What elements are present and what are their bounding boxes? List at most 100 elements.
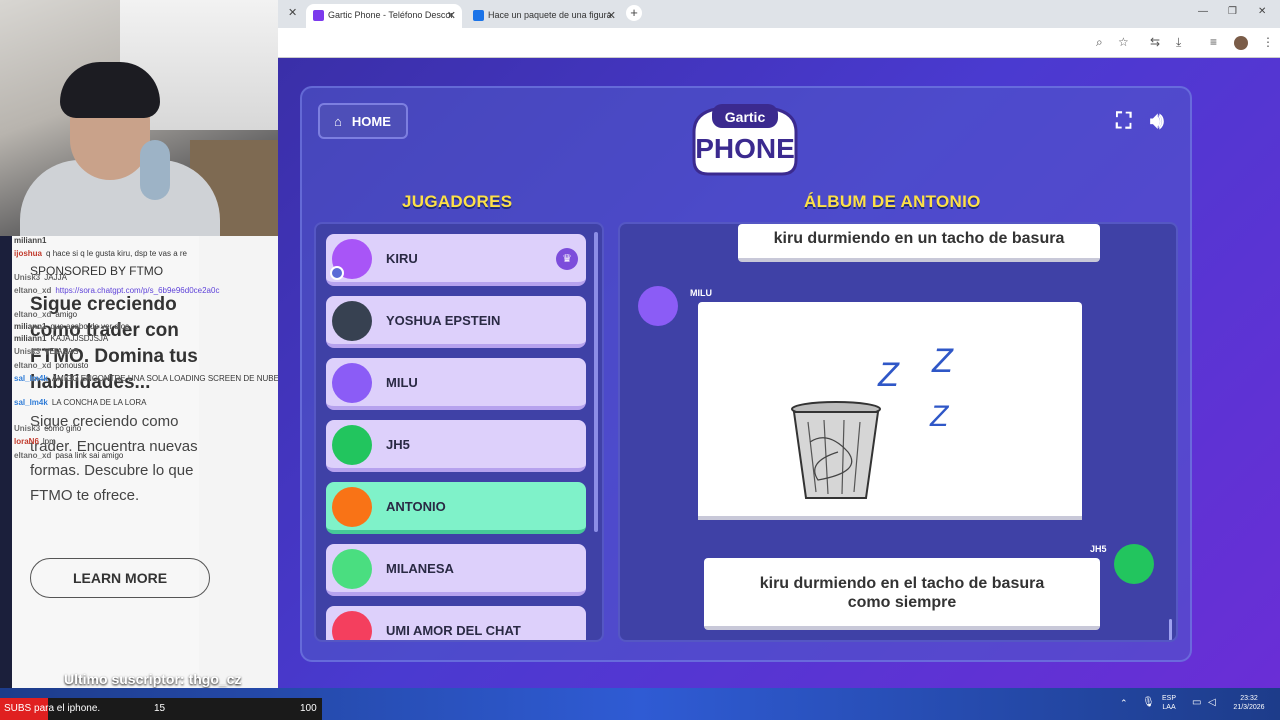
chat-user: eltano_xd: [14, 310, 52, 319]
close-window-icon[interactable]: ✕: [1258, 6, 1266, 17]
close-icon[interactable]: ✕: [288, 6, 297, 19]
tab-paquete[interactable]: Hace un paquete de una figura ✕: [466, 4, 622, 28]
chat-user: eltano_xd: [14, 451, 52, 460]
chat-user: eltano_xd: [14, 361, 52, 370]
chat-link[interactable]: https://sora.chatgpt.com/p/s_6b9e96d0ce2…: [55, 286, 219, 295]
tab-title: Hace un paquete de una figura: [488, 10, 612, 20]
player-row[interactable]: MILANESA: [326, 544, 586, 596]
chat-text: JAJJA: [44, 273, 67, 282]
text-author: JH5: [1090, 544, 1107, 554]
chat-text: lpm: [42, 437, 56, 446]
chat-message: ijoshua q hace si q le gusta kiru, dsp te…: [14, 249, 278, 258]
menu-icon[interactable]: ⋮: [1262, 35, 1274, 49]
trash-can-drawing: [791, 401, 881, 499]
microphone-icon: [140, 140, 170, 200]
sleep-z-mark: Z: [929, 400, 950, 433]
chat-user: loraN6: [14, 437, 39, 446]
logo-main-text: PHONE: [695, 133, 795, 164]
monitor-tray-icon[interactable]: ▭: [1192, 698, 1201, 708]
webcam-feed: [0, 0, 278, 236]
players-scrollbar[interactable]: [594, 232, 598, 532]
chat-user: eltano_xd: [14, 286, 52, 295]
zoom-icon[interactable]: ⌕: [1096, 35, 1103, 50]
chat-message: Unisk3 JAJJA: [14, 273, 278, 282]
avatar: [332, 363, 372, 403]
logo-top-text: Gartic: [725, 109, 766, 125]
album-text-entry: kiru durmiendo en un tacho de basura: [738, 224, 1100, 262]
close-tab-icon[interactable]: ✕: [447, 9, 456, 22]
album-text-entry: kiru durmiendo en el tacho de basura com…: [704, 558, 1100, 630]
gartic-favicon-icon: [313, 10, 324, 21]
chat-user: miliann1: [14, 334, 47, 343]
chat-text: AMIGO ENCONTRE UNA SOLA LOADING SCREEN D…: [51, 374, 278, 383]
avatar: [332, 487, 372, 527]
chat-text: ponousto: [55, 361, 89, 370]
player-row[interactable]: YOSHUA EPSTEIN: [326, 296, 586, 348]
chat-user: miliann1: [14, 322, 47, 331]
sound-icon[interactable]: 🔊︎: [1150, 108, 1164, 134]
tray-chevron-icon[interactable]: ⌃: [1120, 699, 1128, 708]
avatar: [332, 301, 372, 341]
album-text: kiru durmiendo en un tacho de basura: [773, 230, 1065, 247]
profile-avatar[interactable]: [1234, 36, 1248, 50]
media-icon[interactable]: ≡: [1210, 35, 1217, 49]
player-name: YOSHUA EPSTEIN: [386, 313, 501, 328]
volume-tray-icon[interactable]: ◁: [1208, 698, 1216, 708]
clock-time: 23:32: [1240, 695, 1258, 702]
chat-user: Unisk3: [14, 273, 41, 282]
chat-message: miliann1: [14, 236, 278, 245]
host-badge-icon: [330, 266, 344, 280]
chat-message: eltano_xd amigo: [14, 310, 278, 319]
fullscreen-icon[interactable]: ⛶: [1116, 108, 1131, 134]
player-row[interactable]: KIRU ♛: [326, 234, 586, 286]
clock[interactable]: 23:32 21/3/2026: [1226, 694, 1272, 712]
avatar: [638, 286, 678, 326]
player-row-active[interactable]: ANTONIO: [326, 482, 586, 534]
address-bar[interactable]: ⌕ ☆ ⇆ ⤓ ≡ ⋮: [278, 28, 1280, 58]
language-indicator[interactable]: ESP LAA: [1162, 694, 1176, 712]
chat-user: sal_lm4k: [14, 374, 48, 383]
player-row[interactable]: UMI AMOR DEL CHAT: [326, 606, 586, 640]
lang-code: ESP: [1162, 695, 1177, 702]
chat-message: sal_lm4k LA CONCHA DE LA LORA: [14, 398, 278, 407]
avatar: [332, 425, 372, 465]
mic-tray-icon[interactable]: 🎙︎: [1142, 698, 1155, 708]
chat-message: eltano_xd ponousto: [14, 361, 278, 370]
album-scrollbar[interactable]: [1169, 619, 1172, 640]
minimize-icon[interactable]: —: [1198, 6, 1208, 17]
player-name: JH5: [386, 437, 410, 452]
chat-user: miliann1: [14, 236, 47, 245]
subs-current: 15: [154, 703, 166, 714]
restore-icon[interactable]: ❐: [1228, 6, 1237, 17]
player-row[interactable]: MILU: [326, 358, 586, 410]
album-feed[interactable]: kiru durmiendo en un tacho de basura MIL…: [618, 222, 1178, 642]
avatar: [1114, 544, 1154, 584]
chat-user: Unisk3: [14, 424, 41, 433]
chat-message: eltano_xd https://sora.chatgpt.com/p/s_6b…: [14, 286, 278, 295]
album-title: ÁLBUM DE ANTONIO: [804, 192, 981, 211]
players-title: JUGADORES: [402, 192, 513, 211]
sleep-z-mark: Z: [931, 342, 954, 380]
download-icon[interactable]: ⤓: [1176, 35, 1181, 50]
chat-message: miliann1 que acabo de ver dios: [14, 322, 278, 331]
translate-icon[interactable]: ⇆: [1150, 35, 1160, 49]
chat-text: LA CONCHA DE LA LORA: [51, 398, 147, 407]
last-subscriber: Ultimo suscriptor: thgo_cz: [64, 671, 241, 687]
sleep-z-mark: Z: [877, 356, 900, 394]
players-list[interactable]: KIRU ♛ YOSHUA EPSTEIN MILU JH5 ANTONIO M…: [314, 222, 604, 642]
chat-text: pasa link sai amigo: [55, 451, 124, 460]
gartic-phone-logo: Gartic PHONE: [692, 104, 798, 176]
home-button[interactable]: ⌂ HOME: [318, 103, 408, 139]
new-tab-button[interactable]: +: [626, 5, 642, 21]
player-row[interactable]: JH5: [326, 420, 586, 472]
chat-user: sal_lm4k: [14, 398, 48, 407]
learn-more-button[interactable]: LEARN MORE: [30, 558, 210, 598]
bookmark-star-icon[interactable]: ☆: [1118, 35, 1129, 49]
player-name: ANTONIO: [386, 499, 446, 514]
subs-goal-bar: SUBS para el iphone. 15 100: [0, 698, 322, 720]
close-tab-icon[interactable]: ✕: [607, 9, 616, 22]
tab-gartic-phone[interactable]: Gartic Phone - Teléfono Descor ✕: [306, 4, 462, 28]
clock-date: 21/3/2026: [1233, 704, 1265, 711]
chat-text: q hace si q le gusta kiru, dsp te vas a …: [46, 249, 187, 258]
player-name: KIRU: [386, 251, 418, 266]
